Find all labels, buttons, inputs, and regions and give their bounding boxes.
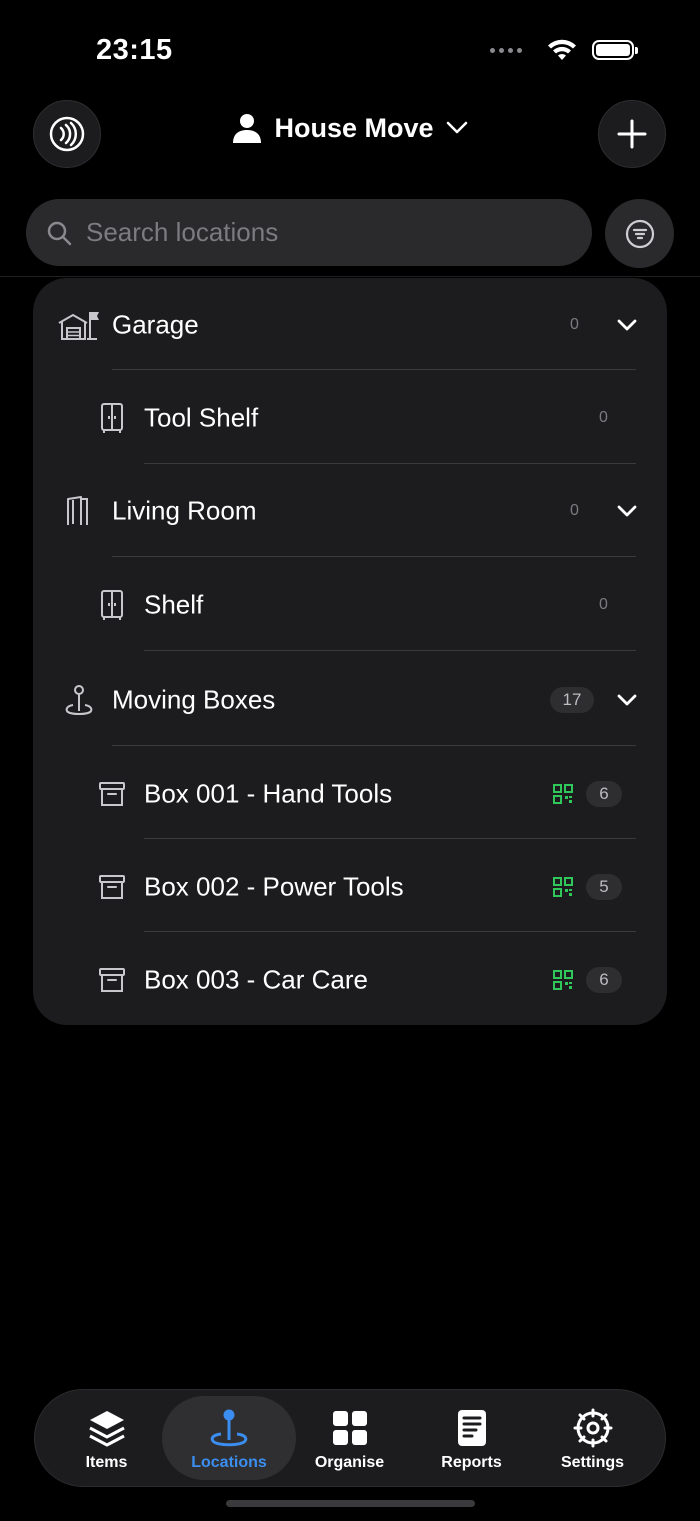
- person-icon: [233, 114, 262, 143]
- location-row-moving-boxes[interactable]: Moving Boxes 17: [33, 653, 667, 746]
- wifi-icon: [548, 39, 576, 60]
- item-count: 0: [570, 315, 579, 333]
- garage-icon: [57, 309, 101, 341]
- row-divider: [144, 838, 636, 839]
- gear-icon: [573, 1408, 612, 1448]
- row-divider: [144, 931, 636, 932]
- tab-organise[interactable]: Organise: [289, 1396, 410, 1480]
- report-icon: [457, 1410, 486, 1446]
- grid-icon: [332, 1411, 367, 1445]
- item-count: 0: [599, 408, 608, 426]
- location-row-box-002[interactable]: Box 002 - Power Tools 5: [33, 840, 667, 933]
- item-count: 0: [599, 595, 608, 613]
- tab-reports[interactable]: Reports: [411, 1396, 532, 1480]
- qr-code-icon: [553, 969, 573, 990]
- tab-label: Organise: [314, 1454, 385, 1471]
- item-count-badge: 6: [586, 780, 622, 807]
- tab-label: Items: [85, 1454, 128, 1471]
- location-row-shelf[interactable]: Shelf 0: [33, 558, 667, 651]
- collection-selector[interactable]: House Move: [0, 112, 700, 144]
- signal-icon: [490, 47, 522, 53]
- status-time: 23:15: [96, 34, 173, 66]
- layers-icon: [88, 1411, 125, 1447]
- location-label: Box 002 - Power Tools: [144, 871, 404, 901]
- item-count-badge: 5: [586, 873, 622, 900]
- tab-settings[interactable]: Settings: [532, 1396, 653, 1480]
- location-label: Garage: [112, 309, 199, 339]
- location-row-living-room[interactable]: Living Room 0: [33, 464, 667, 557]
- search-input[interactable]: [84, 216, 558, 249]
- location-label: Box 003 - Car Care: [144, 964, 368, 994]
- archive-box-icon: [98, 873, 126, 901]
- location-label: Tool Shelf: [144, 402, 259, 432]
- row-divider: [112, 556, 636, 557]
- item-count-badge: 6: [586, 966, 622, 993]
- plus-icon: [617, 119, 647, 149]
- header-divider: [0, 276, 700, 277]
- row-divider: [144, 650, 636, 651]
- archive-box-icon: [98, 780, 126, 808]
- tab-label: Settings: [560, 1454, 625, 1471]
- filter-button[interactable]: [605, 199, 674, 268]
- row-divider: [112, 745, 636, 746]
- location-label: Moving Boxes: [112, 684, 276, 714]
- chevron-down-icon[interactable]: [617, 505, 637, 517]
- tab-bar: Items Locations Organise Reports Setting…: [34, 1389, 666, 1487]
- home-indicator: [226, 1500, 475, 1507]
- location-row-box-001[interactable]: Box 001 - Hand Tools 6: [33, 747, 667, 840]
- door-icon: [65, 495, 91, 527]
- chevron-down-icon[interactable]: [617, 694, 637, 706]
- tab-locations[interactable]: Locations: [162, 1396, 296, 1480]
- filter-icon: [625, 219, 654, 248]
- qr-code-icon: [553, 783, 573, 804]
- status-icons: [490, 38, 638, 62]
- item-count-badge: 17: [550, 686, 594, 713]
- chevron-down-icon[interactable]: [617, 319, 637, 331]
- map-pin-icon: [210, 1409, 248, 1447]
- tab-items[interactable]: Items: [46, 1396, 167, 1480]
- location-row-box-003[interactable]: Box 003 - Car Care 6: [33, 933, 667, 1026]
- battery-icon: [592, 40, 638, 60]
- page-title: House Move: [274, 112, 434, 143]
- archive-box-icon: [98, 966, 126, 994]
- location-row-tool-shelf[interactable]: Tool Shelf 0: [33, 371, 667, 464]
- add-location-button[interactable]: [598, 100, 666, 168]
- location-label: Living Room: [112, 495, 257, 525]
- qr-code-icon: [553, 876, 573, 897]
- cabinet-icon: [99, 589, 125, 621]
- row-divider: [112, 369, 636, 370]
- search-icon: [47, 221, 72, 245]
- chevron-down-icon: [446, 121, 467, 134]
- tab-label: Reports: [441, 1454, 502, 1471]
- search-bar: [26, 199, 592, 266]
- map-pin-icon: [65, 683, 93, 717]
- cabinet-icon: [99, 402, 125, 434]
- tab-label: Locations: [191, 1454, 267, 1471]
- location-row-garage[interactable]: Garage 0: [33, 278, 667, 371]
- location-label: Shelf: [144, 589, 204, 619]
- locations-list: Garage 0 Tool Shelf 0 Living Room 0 Shel…: [33, 278, 667, 1025]
- location-label: Box 001 - Hand Tools: [144, 778, 393, 808]
- item-count: 0: [570, 501, 579, 519]
